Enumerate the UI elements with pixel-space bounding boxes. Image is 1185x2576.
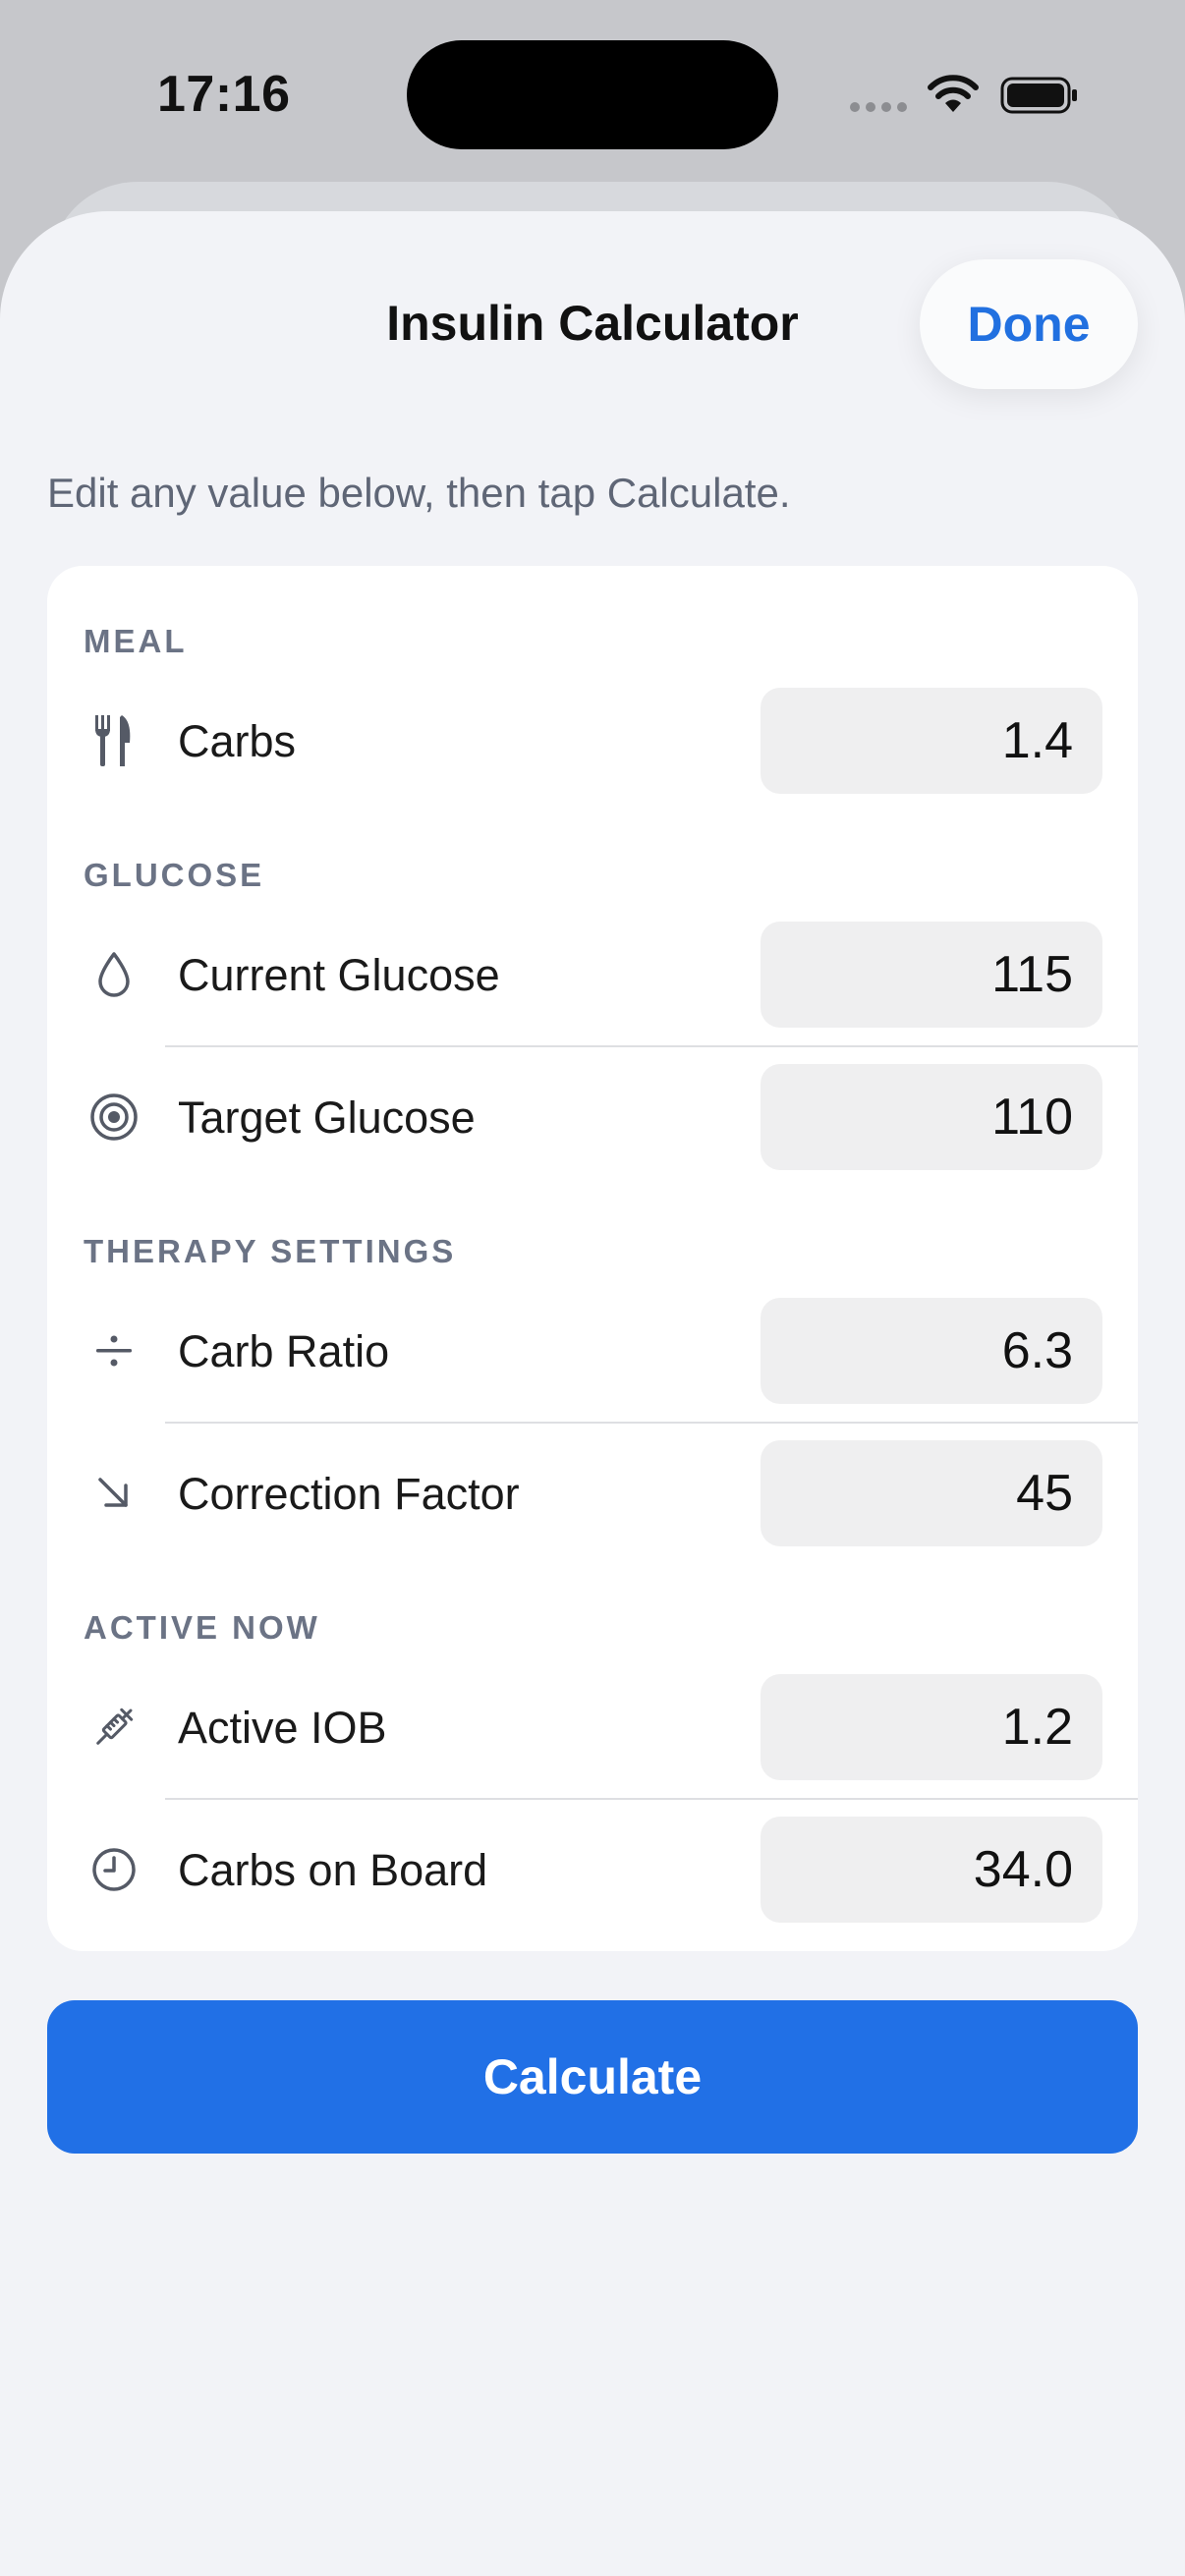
section-label-active-now: ACTIVE NOW xyxy=(84,1609,320,1646)
fork-knife-icon xyxy=(85,711,143,770)
target-glucose-input[interactable]: 110 xyxy=(761,1064,1102,1170)
current-glucose-input[interactable]: 115 xyxy=(761,922,1102,1028)
calculate-button[interactable]: Calculate xyxy=(47,2000,1138,2154)
row-correction-factor: Correction Factor 45 xyxy=(47,1423,1138,1565)
clock-icon xyxy=(85,1840,143,1899)
battery-icon xyxy=(1000,77,1079,114)
row-target-glucose: Target Glucose 110 xyxy=(47,1046,1138,1189)
carbs-input[interactable]: 1.4 xyxy=(761,688,1102,794)
row-carbs-on-board: Carbs on Board 34.0 xyxy=(47,1799,1138,1941)
carb-ratio-input[interactable]: 6.3 xyxy=(761,1298,1102,1404)
correction-factor-input[interactable]: 45 xyxy=(761,1440,1102,1546)
target-glucose-label: Target Glucose xyxy=(178,1092,476,1143)
carbs-label: Carbs xyxy=(178,716,297,766)
dynamic-island xyxy=(407,40,778,149)
current-glucose-label: Current Glucose xyxy=(178,950,500,1000)
instructions-text: Edit any value below, then tap Calculate… xyxy=(47,470,791,516)
syringe-icon xyxy=(85,1698,143,1757)
cellular-signal-icon xyxy=(850,102,907,112)
row-current-glucose: Current Glucose 115 xyxy=(47,904,1138,1046)
carbs-on-board-label: Carbs on Board xyxy=(178,1845,488,1895)
row-active-iob: Active IOB 1.2 xyxy=(47,1656,1138,1799)
section-label-meal: MEAL xyxy=(84,623,188,659)
section-label-therapy-settings: THERAPY SETTINGS xyxy=(84,1233,457,1269)
active-iob-input[interactable]: 1.2 xyxy=(761,1674,1102,1780)
row-carbs: Carbs 1.4 xyxy=(47,670,1138,812)
carb-ratio-label: Carb Ratio xyxy=(178,1326,390,1376)
correction-factor-label: Correction Factor xyxy=(178,1469,520,1519)
active-iob-label: Active IOB xyxy=(178,1703,387,1753)
status-time: 17:16 xyxy=(157,66,291,123)
carbs-on-board-input[interactable]: 34.0 xyxy=(761,1817,1102,1923)
drop-icon xyxy=(85,945,143,1004)
target-icon xyxy=(85,1088,143,1147)
done-button[interactable]: Done xyxy=(920,259,1138,389)
divide-icon xyxy=(85,1321,143,1380)
arrow-down-right-icon xyxy=(85,1464,143,1523)
row-carb-ratio: Carb Ratio 6.3 xyxy=(47,1280,1138,1423)
wifi-icon xyxy=(926,75,981,114)
section-label-glucose: GLUCOSE xyxy=(84,857,265,893)
